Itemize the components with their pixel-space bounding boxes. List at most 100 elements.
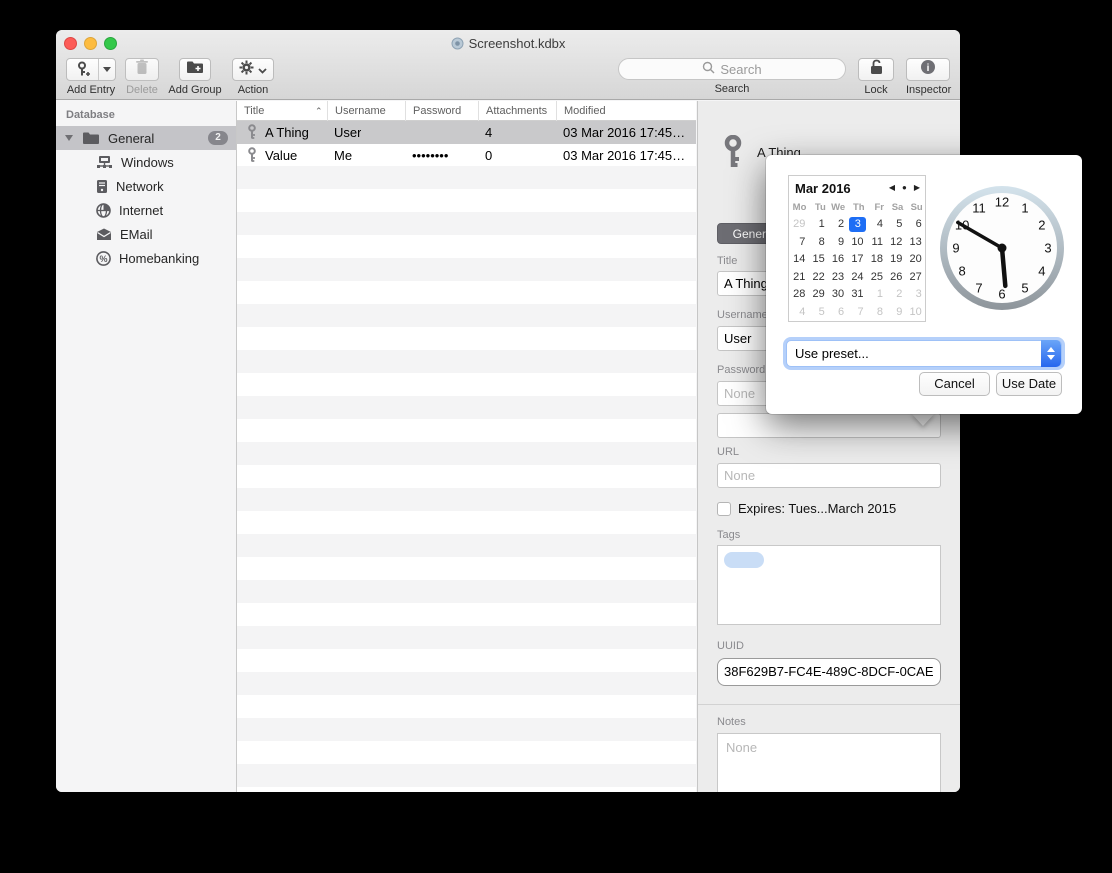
column-header-modified[interactable]: Modified xyxy=(556,101,696,121)
calendar-day[interactable]: 7 xyxy=(790,234,809,252)
calendar-day[interactable]: 20 xyxy=(906,251,925,269)
calendar-day[interactable]: 1 xyxy=(868,286,887,304)
sidebar-item-homebanking[interactable]: % Homebanking xyxy=(56,246,236,270)
calendar-day[interactable]: 12 xyxy=(887,234,906,252)
document-proxy-icon[interactable] xyxy=(451,37,464,53)
calendar-day[interactable]: 4 xyxy=(868,216,887,234)
calendar-day[interactable]: 25 xyxy=(868,269,887,287)
inspector-label: Inspector xyxy=(906,84,950,96)
inspector-button[interactable]: i xyxy=(906,58,950,81)
calendar-day[interactable]: 16 xyxy=(829,251,848,269)
calendar-day[interactable]: 29 xyxy=(790,216,809,234)
calendar-day[interactable]: 18 xyxy=(868,251,887,269)
url-field[interactable]: None xyxy=(717,463,941,488)
uuid-field[interactable]: 38F629B7-FC4E-489C-8DCF-0CAE xyxy=(717,658,941,686)
calendar-day[interactable]: 8 xyxy=(809,234,828,252)
calendar-day[interactable]: 27 xyxy=(906,269,925,287)
password-repeat-field[interactable] xyxy=(717,413,941,438)
calendar-day[interactable]: 11 xyxy=(868,234,887,252)
calendar-day[interactable]: 7 xyxy=(848,304,867,322)
tags-field[interactable] xyxy=(717,545,941,625)
entry-list-background[interactable] xyxy=(237,166,696,792)
delete-button[interactable] xyxy=(125,58,159,81)
url-field-label: URL xyxy=(717,446,739,458)
calendar-day[interactable]: 5 xyxy=(809,304,828,322)
add-entry-key-icon[interactable] xyxy=(67,59,98,80)
calendar-day[interactable]: 23 xyxy=(829,269,848,287)
calendar-day[interactable]: 31 xyxy=(848,286,867,304)
clock-numeral: 11 xyxy=(972,201,986,216)
column-header-title[interactable]: Title xyxy=(237,101,327,121)
calendar-day[interactable]: 13 xyxy=(906,234,925,252)
calendar-day[interactable]: 2 xyxy=(829,216,848,234)
cancel-button[interactable]: Cancel xyxy=(919,372,990,396)
calendar-day[interactable]: 24 xyxy=(848,269,867,287)
calendar-day[interactable]: 4 xyxy=(790,304,809,322)
entry-row-value[interactable]: ValueMe••••••••003 Mar 2016 17:45… xyxy=(237,144,696,167)
entry-row-a-thing[interactable]: A ThingUser403 Mar 2016 17:45… xyxy=(237,121,696,144)
calendar-day[interactable]: 29 xyxy=(809,286,828,304)
sidebar-item-internet[interactable]: Internet xyxy=(56,198,236,222)
sidebar-item-label: Homebanking xyxy=(119,251,199,266)
calendar-day[interactable]: 6 xyxy=(829,304,848,322)
calendar-day[interactable]: 6 xyxy=(906,216,925,234)
search-input[interactable]: Search xyxy=(618,58,846,80)
add-group-button[interactable] xyxy=(179,58,211,81)
calendar-day[interactable]: 17 xyxy=(848,251,867,269)
svg-text:%: % xyxy=(99,254,107,264)
expires-checkbox[interactable] xyxy=(717,502,731,516)
calendar-day[interactable]: 21 xyxy=(790,269,809,287)
add-entry-button[interactable] xyxy=(66,58,116,81)
calendar-day[interactable]: 30 xyxy=(829,286,848,304)
calendar-week-row: 29123456 xyxy=(790,216,926,234)
calendar-day[interactable]: 3 xyxy=(906,286,925,304)
column-header-password[interactable]: Password xyxy=(405,101,478,121)
column-header-attachments[interactable]: Attachments xyxy=(478,101,556,121)
divider xyxy=(698,704,960,705)
disclosure-triangle-icon[interactable] xyxy=(65,135,73,141)
search-toolbar-label: Search xyxy=(618,83,846,95)
calendar-day[interactable]: 1 xyxy=(809,216,828,234)
calendar-day[interactable]: 22 xyxy=(809,269,828,287)
notes-label: Notes xyxy=(717,716,746,728)
column-header-username[interactable]: Username xyxy=(327,101,405,121)
calendar-day[interactable]: 8 xyxy=(868,304,887,322)
calendar-day[interactable]: 28 xyxy=(790,286,809,304)
sidebar-item-label: General xyxy=(108,131,154,146)
lock-button[interactable] xyxy=(858,58,894,81)
selected-day-highlight: 3 xyxy=(849,217,866,232)
calendar-day[interactable]: 9 xyxy=(829,234,848,252)
calendar-day[interactable]: 15 xyxy=(809,251,828,269)
calendar-today-button[interactable]: ● xyxy=(902,183,907,193)
calendar-day-selected[interactable]: 3 xyxy=(848,216,867,234)
notes-field[interactable]: None xyxy=(717,733,941,792)
envelope-icon xyxy=(96,228,112,241)
lock-label: Lock xyxy=(858,84,894,96)
globe-icon xyxy=(96,203,111,218)
sidebar-item-windows[interactable]: Windows xyxy=(56,150,236,174)
sidebar-item-network[interactable]: Network xyxy=(56,174,236,198)
weekday-label: Su xyxy=(906,202,925,213)
calendar-day[interactable]: 2 xyxy=(887,286,906,304)
clock-numeral: 3 xyxy=(1044,241,1051,256)
calendar-day[interactable]: 14 xyxy=(790,251,809,269)
use-date-button[interactable]: Use Date xyxy=(996,372,1062,396)
add-entry-label: Add Entry xyxy=(66,84,116,96)
calendar-day[interactable]: 26 xyxy=(887,269,906,287)
calendar-prev-button[interactable]: ◀ xyxy=(889,183,895,193)
calendar-day[interactable]: 19 xyxy=(887,251,906,269)
entry-modified: 03 Mar 2016 17:45… xyxy=(563,144,685,167)
calendar-day[interactable]: 9 xyxy=(887,304,906,322)
sidebar-item-email[interactable]: EMail xyxy=(56,222,236,246)
calendar-day[interactable]: 10 xyxy=(906,304,925,322)
tag-token[interactable] xyxy=(724,552,764,568)
sidebar-item-general[interactable]: General 2 xyxy=(56,126,236,150)
calendar-next-button[interactable]: ▶ xyxy=(914,183,920,193)
calendar-day[interactable]: 10 xyxy=(848,234,867,252)
add-entry-dropdown[interactable] xyxy=(98,59,115,80)
preset-select[interactable]: Use preset... xyxy=(786,340,1062,367)
calendar-day[interactable]: 5 xyxy=(887,216,906,234)
action-button[interactable] xyxy=(232,58,274,81)
entry-modified: 03 Mar 2016 17:45… xyxy=(563,121,685,144)
svg-text:i: i xyxy=(927,63,930,74)
